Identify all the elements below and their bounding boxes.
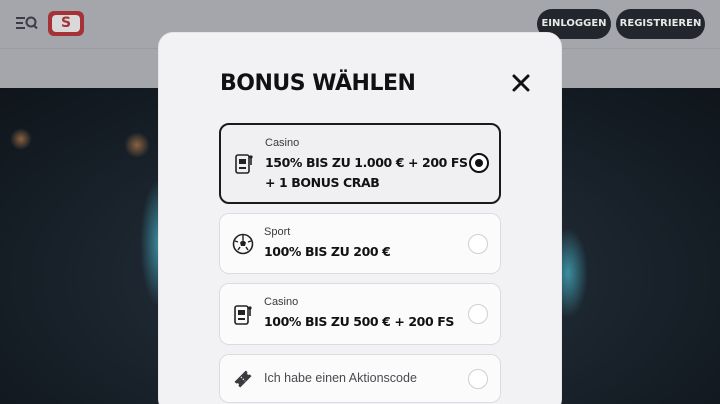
slot-machine-icon [234,305,252,325]
radio-unselected[interactable] [468,234,488,254]
option-category: Casino [264,296,299,308]
option-title: 100% BIS ZU 200 € [264,244,391,259]
register-button[interactable]: REGISTRIEREN [616,9,705,39]
ticket-icon [234,370,252,388]
option-title: + 1 BONUS CRAB [265,175,380,190]
promo-code-option[interactable]: Ich habe einen Aktionscode [219,354,501,403]
decorative-glow [10,128,32,150]
modal-title: BONUS WÄHLEN [220,71,416,96]
bonus-option-sport[interactable]: Sport 100% BIS ZU 200 € [219,213,501,274]
radio-unselected[interactable] [468,304,488,324]
bonus-option-casino-2[interactable]: Casino 100% BIS ZU 500 € + 200 FS [219,283,501,345]
option-category: Sport [264,226,291,238]
radio-selected[interactable] [469,153,489,173]
close-icon[interactable] [510,72,532,94]
radio-unselected[interactable] [468,369,488,389]
logo-text: S [52,15,80,32]
menu-search-icon[interactable] [16,14,38,32]
decorative-glow [124,132,150,158]
promo-code-label: Ich habe einen Aktionscode [264,371,417,385]
bonus-selection-modal: BONUS WÄHLEN Casino 150% BIS ZU 1.000 € … [159,33,561,404]
slot-machine-icon [235,154,253,174]
bonus-option-casino-1[interactable]: Casino 150% BIS ZU 1.000 € + 200 FS + 1 … [219,123,501,204]
option-title: 100% BIS ZU 500 € + 200 FS [264,314,454,329]
option-title: 150% BIS ZU 1.000 € + 200 FS [265,155,468,170]
option-category: Casino [265,137,300,149]
logo[interactable]: S [48,11,84,36]
soccer-ball-icon [232,233,254,255]
